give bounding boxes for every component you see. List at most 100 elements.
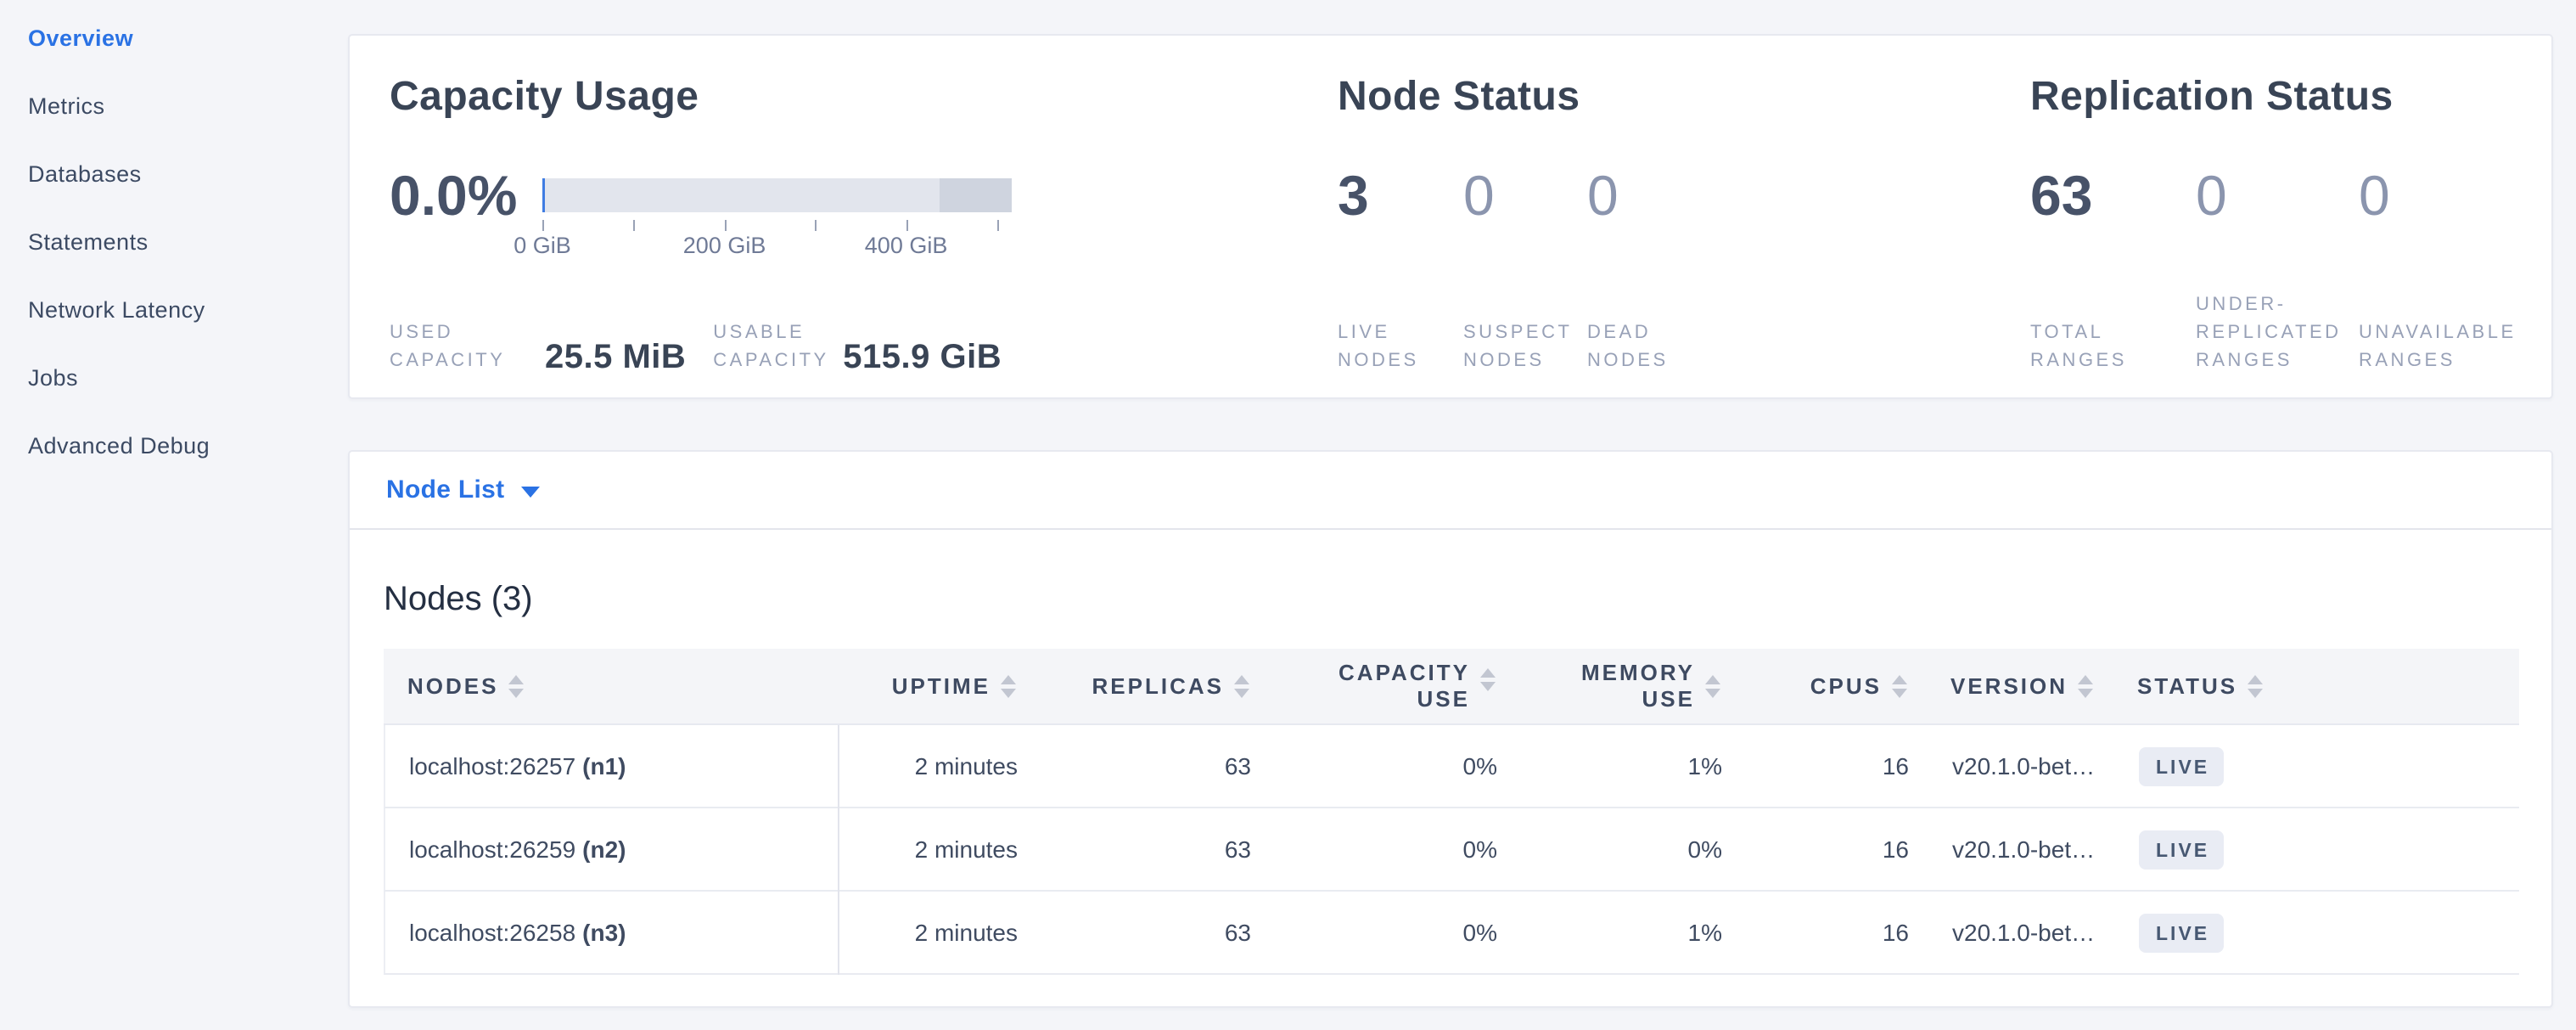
unavailable-ranges-count: 0 <box>2359 153 2517 238</box>
table-row-node-3: localhost:26258(n3) 2 minutes 63 0% 1% 1… <box>384 892 2519 975</box>
column-header-uptime[interactable]: UPTIME <box>838 673 1041 700</box>
status-badge: LIVE <box>2139 914 2224 953</box>
status-cell: LIVE <box>2121 830 2524 870</box>
column-header-memory-use[interactable]: MEMORY USE <box>1521 660 1746 712</box>
main-content: Capacity Usage 0.0% <box>348 0 2553 1008</box>
capacity-stats-row: USED CAPACITY 25.5 MiB USABLE CAPACITY 5… <box>390 262 1338 374</box>
column-header-replicas[interactable]: REPLICAS <box>1041 673 1275 700</box>
version-cell: v20.1.0-bet… <box>1934 920 2121 947</box>
sidebar-item-jobs[interactable]: Jobs <box>28 361 348 395</box>
replication-status-title: Replication Status <box>2030 75 2517 119</box>
memory-use-cell: 0% <box>1523 836 1748 864</box>
live-nodes-count: 3 <box>1338 153 1463 238</box>
capacity-bar <box>542 178 1012 212</box>
column-header-nodes[interactable]: NODES <box>384 673 838 700</box>
node-list-dropdown-label: Node List <box>386 476 504 504</box>
node-status-section: Node Status 3 0 0 LIVE NODES SUSPECT NOD… <box>1338 75 2030 397</box>
cpus-cell: 16 <box>1748 920 1934 947</box>
unavailable-ranges-label: UNAVAILABLE RANGES <box>2359 318 2517 374</box>
column-header-version[interactable]: VERSION <box>1933 673 2119 700</box>
memory-use-cell: 1% <box>1523 920 1748 947</box>
node-status-labels: LIVE NODES SUSPECT NODES DEAD NODES <box>1338 262 2030 374</box>
capacity-axis-labels: 0 GiB 200 GiB 400 GiB <box>542 231 1012 256</box>
sort-icon <box>2248 675 2263 698</box>
table-row-node-1: localhost:26257(n1) 2 minutes 63 0% 1% 1… <box>384 725 2519 808</box>
usable-capacity-stat: USABLE CAPACITY 515.9 GiB <box>713 318 1002 374</box>
sidebar-item-metrics[interactable]: Metrics <box>28 89 348 123</box>
capacity-bar-chart: 0 GiB 200 GiB 400 GiB <box>542 178 1012 238</box>
suspect-nodes-label: SUSPECT NODES <box>1463 318 1587 374</box>
node-list-card: Node List Nodes (3) NODES UPTIME REPLICA… <box>348 450 2553 1008</box>
version-cell: v20.1.0-bet… <box>1934 753 2121 780</box>
capacity-bar-used-segment <box>542 178 545 212</box>
status-cell: LIVE <box>2121 914 2524 953</box>
sidebar-item-network-latency[interactable]: Network Latency <box>28 293 348 327</box>
uptime-cell: 2 minutes <box>839 753 1043 780</box>
axis-label-0: 0 GiB <box>514 233 571 259</box>
node-address-link[interactable]: localhost:26257(n1) <box>385 725 839 808</box>
sidebar-nav: Overview Metrics Databases Statements Ne… <box>0 0 348 1030</box>
replicas-cell: 63 <box>1043 836 1277 864</box>
under-replicated-ranges-count: 0 <box>2196 153 2359 238</box>
nodes-table: NODES UPTIME REPLICAS CAPACITY USE MEMOR… <box>384 649 2519 975</box>
node-id: (n3) <box>582 920 626 947</box>
version-cell: v20.1.0-bet… <box>1934 836 2121 864</box>
table-row-node-2: localhost:26259(n2) 2 minutes 63 0% 0% 1… <box>384 808 2519 892</box>
caret-down-icon <box>521 487 540 498</box>
sort-icon <box>1892 675 1907 698</box>
capacity-use-cell: 0% <box>1277 753 1523 780</box>
sidebar-item-advanced-debug[interactable]: Advanced Debug <box>28 429 348 463</box>
sidebar-item-statements[interactable]: Statements <box>28 225 348 259</box>
capacity-use-cell: 0% <box>1277 920 1523 947</box>
column-header-cpus[interactable]: CPUS <box>1746 673 1933 700</box>
node-address-link[interactable]: localhost:26258(n3) <box>385 892 839 975</box>
live-nodes-label: LIVE NODES <box>1338 318 1463 374</box>
sort-icon <box>2078 675 2093 698</box>
capacity-usage-section: Capacity Usage 0.0% <box>390 75 1338 397</box>
capacity-used-percent: 0.0% <box>390 153 542 238</box>
capacity-use-cell: 0% <box>1277 836 1523 864</box>
replication-status-section: Replication Status 63 0 0 TOTAL RANGES U… <box>2030 75 2517 397</box>
total-ranges-label: TOTAL RANGES <box>2030 318 2196 374</box>
uptime-cell: 2 minutes <box>839 920 1043 947</box>
status-badge: LIVE <box>2139 830 2224 870</box>
suspect-nodes-count: 0 <box>1463 153 1587 238</box>
replicas-cell: 63 <box>1043 920 1277 947</box>
sort-icon <box>1234 675 1249 698</box>
axis-label-200: 200 GiB <box>683 233 766 259</box>
replication-values: 63 0 0 <box>2030 153 2517 238</box>
node-list-dropdown[interactable]: Node List <box>386 476 540 504</box>
replication-labels: TOTAL RANGES UNDER- REPLICATED RANGES UN… <box>2030 262 2517 374</box>
sort-icon <box>508 675 524 698</box>
column-header-status[interactable]: STATUS <box>2119 673 2523 700</box>
cpus-cell: 16 <box>1748 753 1934 780</box>
status-cell: LIVE <box>2121 747 2524 786</box>
node-id: (n1) <box>582 753 626 780</box>
usable-capacity-value: 515.9 GiB <box>843 336 1002 377</box>
memory-use-cell: 1% <box>1523 753 1748 780</box>
capacity-usage-title: Capacity Usage <box>390 75 1338 119</box>
total-ranges-count: 63 <box>2030 153 2196 238</box>
sidebar-item-overview[interactable]: Overview <box>28 21 348 55</box>
node-status-title: Node Status <box>1338 75 2030 119</box>
capacity-axis-ticks <box>542 212 1012 231</box>
capacity-bar-reserved-segment <box>940 178 1012 212</box>
capacity-usage-body: 0.0% 0 GiB <box>390 153 1338 238</box>
under-replicated-ranges-label: UNDER- REPLICATED RANGES <box>2196 290 2359 374</box>
nodes-table-header: NODES UPTIME REPLICAS CAPACITY USE MEMOR… <box>384 649 2519 725</box>
sidebar-item-databases[interactable]: Databases <box>28 157 348 191</box>
dead-nodes-count: 0 <box>1587 153 2030 238</box>
node-address-link[interactable]: localhost:26259(n2) <box>385 808 839 892</box>
cluster-summary-card: Capacity Usage 0.0% <box>348 34 2553 399</box>
column-header-capacity-use[interactable]: CAPACITY USE <box>1275 660 1521 712</box>
node-status-values: 3 0 0 <box>1338 153 2030 238</box>
view-menu-row: Node List <box>350 452 2551 530</box>
used-capacity-label: USED CAPACITY <box>390 318 545 374</box>
axis-label-400: 400 GiB <box>865 233 948 259</box>
nodes-table-section: Nodes (3) NODES UPTIME REPLICAS CAPACITY… <box>350 530 2551 1009</box>
uptime-cell: 2 minutes <box>839 836 1043 864</box>
node-id: (n2) <box>582 836 626 864</box>
sort-icon <box>1001 675 1016 698</box>
status-badge: LIVE <box>2139 747 2224 786</box>
replicas-cell: 63 <box>1043 753 1277 780</box>
